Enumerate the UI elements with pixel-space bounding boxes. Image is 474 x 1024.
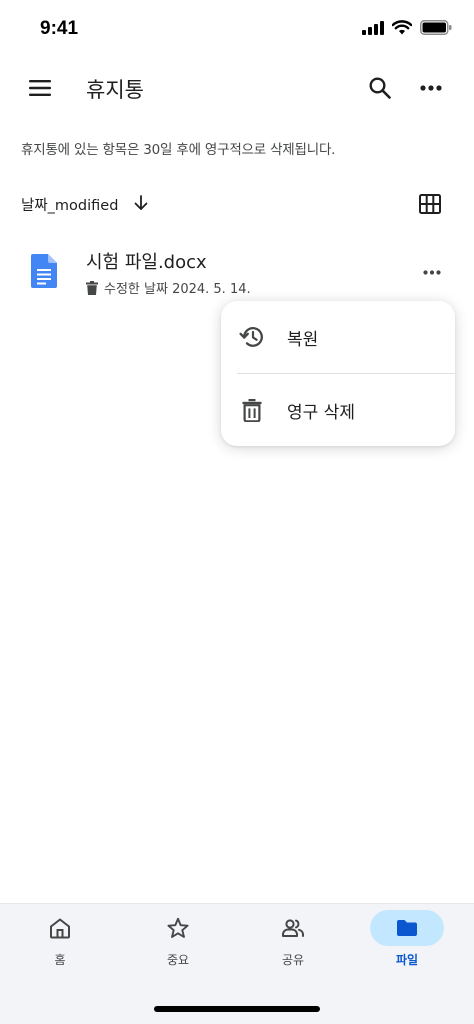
status-icons xyxy=(362,20,452,35)
sort-row: 날짜_modified xyxy=(0,190,474,218)
menu-item-delete-forever[interactable]: 영구 삭제 xyxy=(221,374,455,446)
folder-icon xyxy=(397,920,417,936)
hamburger-menu-icon xyxy=(29,80,51,96)
menu-item-restore[interactable]: 복원 xyxy=(221,301,455,373)
sort-button[interactable]: 날짜_modified xyxy=(16,190,156,218)
status-time: 9:41 xyxy=(40,18,79,39)
file-context-menu: 복원 영구 삭제 xyxy=(221,301,455,446)
nav-label: 홈 xyxy=(54,953,66,967)
more-options-button[interactable] xyxy=(411,68,451,108)
trash-screen: 9:41 휴지통 휴지통에 있는 항목은 30일 후에 영구적으로 삭제됩니다.… xyxy=(0,0,474,1024)
nav-item-files[interactable]: 파일 xyxy=(356,904,474,984)
nav-label: 중요 xyxy=(166,953,190,967)
home-indicator xyxy=(154,1006,320,1012)
nav-item-starred[interactable]: 중요 xyxy=(127,904,245,984)
sort-label: 날짜_modified xyxy=(21,198,119,214)
file-more-button[interactable] xyxy=(414,258,450,286)
grid-view-icon xyxy=(419,194,441,214)
home-icon xyxy=(50,918,70,939)
restore-history-icon xyxy=(239,327,263,347)
file-meta: 수정한 날짜 2024. 5. 14. xyxy=(86,278,251,297)
file-row[interactable]: 시험 파일.docx 수정한 날짜 2024. 5. 14. xyxy=(0,240,474,304)
battery-icon xyxy=(420,20,452,35)
star-icon xyxy=(167,917,189,938)
cellular-signal-icon xyxy=(362,20,384,35)
menu-button[interactable] xyxy=(20,68,60,108)
status-bar: 9:41 xyxy=(0,0,474,56)
wifi-icon xyxy=(392,20,412,35)
app-bar: 휴지통 xyxy=(0,62,474,114)
more-horizontal-icon xyxy=(420,85,442,91)
trash-icon xyxy=(242,399,262,422)
google-docs-icon xyxy=(31,254,57,288)
nav-item-shared[interactable]: 공유 xyxy=(242,904,360,984)
menu-item-label: 영구 삭제 xyxy=(287,402,355,423)
file-modified-date: 수정한 날짜 2024. 5. 14. xyxy=(104,282,251,297)
search-button[interactable] xyxy=(360,68,400,108)
people-icon xyxy=(282,919,304,937)
trash-notice: 휴지통에 있는 항목은 30일 후에 영구적으로 삭제됩니다. xyxy=(21,142,336,158)
file-name: 시험 파일.docx xyxy=(86,252,207,273)
page-title: 휴지통 xyxy=(86,78,144,102)
more-horizontal-icon xyxy=(423,269,441,275)
trash-icon xyxy=(86,280,98,295)
search-icon xyxy=(369,77,391,99)
grid-view-button[interactable] xyxy=(412,190,448,218)
menu-item-label: 복원 xyxy=(287,329,319,350)
arrow-down-icon xyxy=(134,195,148,210)
nav-label: 공유 xyxy=(281,953,305,967)
nav-label: 파일 xyxy=(395,953,419,967)
nav-item-home[interactable]: 홈 xyxy=(9,904,127,984)
